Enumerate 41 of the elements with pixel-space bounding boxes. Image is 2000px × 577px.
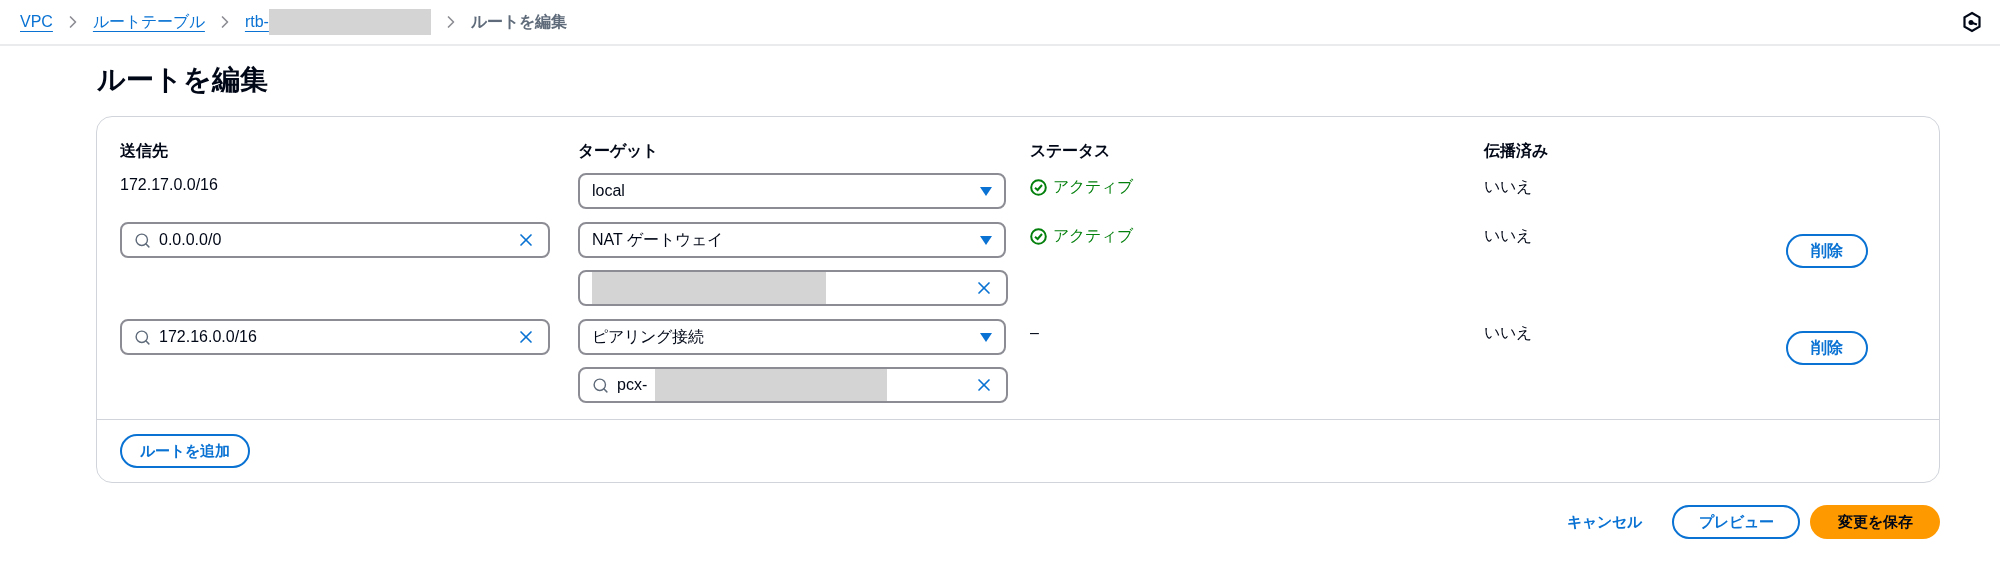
cancel-button[interactable]: キャンセル (1553, 505, 1656, 539)
check-circle-icon (1030, 227, 1047, 245)
search-icon (134, 328, 151, 346)
search-field[interactable]: pcx- (578, 367, 1008, 403)
search-field[interactable]: 0.0.0.0/0 (120, 222, 550, 258)
propagated-text: いいえ (1484, 177, 1533, 197)
field-value: pcx- (617, 375, 648, 395)
search-icon (134, 231, 151, 249)
target-select[interactable]: ピアリング接続 (578, 319, 1006, 355)
caret-icon (980, 186, 992, 196)
caret-icon (980, 235, 992, 245)
delete-button[interactable]: 削除 (1786, 331, 1868, 365)
breadcrumb-link[interactable]: VPC (20, 10, 53, 34)
column-header: 送信先 (120, 141, 169, 161)
breadcrumb-link[interactable]: ルートテーブル (92, 10, 205, 34)
column-header: 伝播済み (1484, 141, 1549, 161)
column-header: ステータス (1030, 141, 1111, 161)
status-text: – (1030, 324, 1039, 341)
breadcrumb-current: ルートを編集 (470, 12, 567, 32)
status-text: アクティブ (1053, 226, 1133, 246)
breadcrumb-link[interactable]: rtb- (244, 10, 269, 34)
destination-text: 172.17.0.0/16 (120, 176, 218, 193)
field-value: 0.0.0.0/0 (159, 230, 222, 250)
propagated-text: いいえ (1484, 226, 1533, 246)
check-circle-icon (1030, 178, 1047, 196)
add-route-button[interactable]: ルートを追加 (120, 434, 250, 468)
target-select[interactable]: local (578, 173, 1006, 209)
status-text: アクティブ (1053, 177, 1133, 197)
propagated-text: いいえ (1484, 323, 1533, 343)
hexagon-icon[interactable] (1962, 11, 1982, 33)
save-button[interactable]: 変更を保存 (1810, 505, 1940, 539)
delete-button[interactable]: 削除 (1786, 234, 1868, 268)
page-title: ルートを編集 (97, 63, 269, 97)
field-value: 172.16.0.0/16 (159, 327, 257, 347)
search-icon (592, 376, 609, 394)
preview-button[interactable]: プレビュー (1672, 505, 1800, 539)
search-field[interactable]: 172.16.0.0/16 (120, 319, 550, 355)
column-header: ターゲット (578, 141, 659, 161)
search-field[interactable] (578, 270, 1008, 306)
target-select[interactable]: NAT ゲートウェイ (578, 222, 1006, 258)
caret-icon (980, 332, 992, 342)
